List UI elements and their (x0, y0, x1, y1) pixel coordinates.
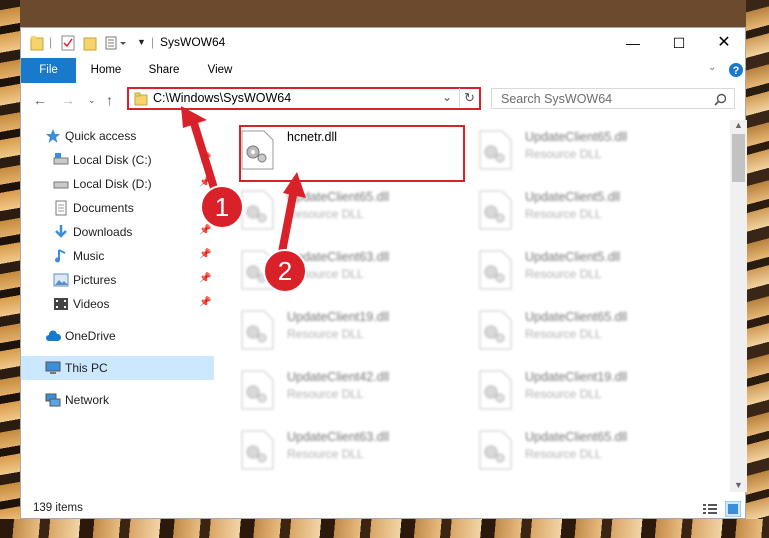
arrow-2 (278, 172, 306, 256)
step-1-badge: 1 (200, 185, 244, 229)
annotation-arrows (181, 106, 306, 256)
arrow-1 (181, 106, 218, 192)
step-2-badge: 2 (263, 249, 307, 293)
